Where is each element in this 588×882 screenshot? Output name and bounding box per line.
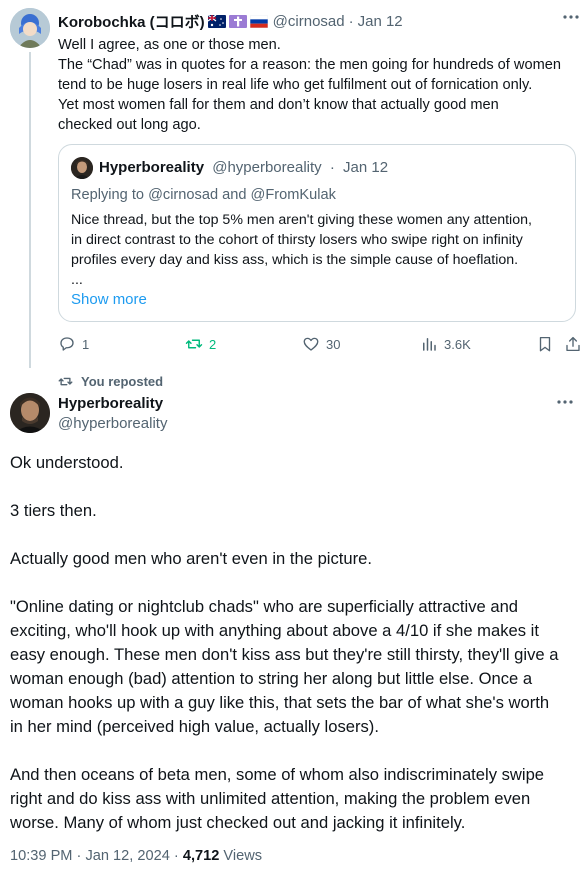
- text-line: worse. Many of whom just checked out and…: [10, 813, 466, 832]
- text-line: profiles every day and kiss ass, which i…: [71, 252, 519, 268]
- author-handle: @hyperboreality: [212, 159, 322, 176]
- reply-button[interactable]: 1: [58, 335, 89, 353]
- tweet-date[interactable]: Jan 12: [358, 13, 403, 30]
- views-button[interactable]: 3.6K: [420, 335, 471, 353]
- text-line: checked out long ago.: [58, 117, 201, 133]
- views-label: Views: [219, 848, 263, 864]
- replying-to-user[interactable]: @cirnosad: [148, 187, 218, 203]
- avatar[interactable]: [10, 8, 50, 48]
- author-name: Hyperboreality: [99, 159, 205, 176]
- replying-to-user[interactable]: @FromKulak: [251, 187, 336, 203]
- author-handle[interactable]: @hyperboreality: [58, 415, 167, 432]
- thread-connector-line: [29, 52, 31, 368]
- quoted-tweet[interactable]: Hyperboreality @hyperboreality · Jan 12 …: [58, 144, 576, 322]
- show-more-link[interactable]: Show more: [71, 291, 147, 308]
- repost-icon: [185, 339, 203, 349]
- quoted-tweet-text: Nice thread, but the top 5% men aren't g…: [71, 210, 571, 290]
- repost-count: 2: [209, 336, 217, 352]
- heart-icon: [303, 337, 319, 351]
- russia-flag-icon: [249, 15, 268, 28]
- tweet-date: Jan 12: [343, 159, 389, 176]
- reply-icon: [60, 337, 74, 351]
- separator-dot: ·: [169, 848, 183, 864]
- quoted-tweet-header: Hyperboreality @hyperboreality · Jan 12: [99, 159, 388, 176]
- text-line: The “Chad” was in quotes for a reason: t…: [58, 57, 561, 73]
- reply-count: 1: [82, 336, 90, 352]
- repost-label-text[interactable]: You reposted: [81, 374, 163, 389]
- separator-dot: ·: [72, 848, 86, 864]
- text-line: tend to be huge losers in real life who …: [58, 77, 533, 93]
- paragraph: Ok understood.: [10, 453, 124, 472]
- avatar: [71, 157, 93, 179]
- repost-label: You reposted: [58, 374, 163, 389]
- main-tweet-text: Ok understood. 3 tiers then. Actually go…: [10, 451, 580, 835]
- text-line: Yet most women fall for them and don’t k…: [58, 97, 499, 113]
- tweet-date[interactable]: Jan 12, 2024: [85, 848, 169, 864]
- like-button[interactable]: 30: [302, 335, 340, 353]
- text-line: exciting, who'll hook up with anything a…: [10, 621, 539, 640]
- bookmark-icon: [539, 336, 551, 352]
- repost-button[interactable]: 2: [185, 335, 216, 353]
- paragraph: 3 tiers then.: [10, 501, 97, 520]
- author-name[interactable]: Korobochka (コロボ): [58, 11, 205, 32]
- bookmark-button[interactable]: [536, 335, 554, 353]
- text-line: in direct contrast to the cohort of thir…: [71, 232, 523, 248]
- views-count: 3.6K: [444, 336, 471, 352]
- replying-to-and: and: [218, 187, 251, 203]
- avatar[interactable]: [10, 393, 50, 433]
- repost-icon: [58, 377, 73, 386]
- reply-tweet-text: Well I agree, as one or those men. The “…: [58, 35, 578, 135]
- text-line: woman enough (bad) attention to string h…: [10, 669, 533, 688]
- cross-flag-icon: [228, 15, 247, 28]
- replying-to-prefix: Replying to: [71, 187, 149, 203]
- author-handle[interactable]: @cirnosad: [273, 13, 345, 30]
- more-horizontal-icon[interactable]: [556, 393, 574, 416]
- like-count: 30: [326, 336, 341, 352]
- tweet-time[interactable]: 10:39 PM: [10, 848, 72, 864]
- text-line: right and do kiss ass with unlimited att…: [10, 789, 531, 808]
- text-line: "Online dating or nightclub chads" who a…: [10, 597, 519, 616]
- separator-dot: ·: [348, 13, 354, 30]
- text-line: easy enough. These men don't kiss ass bu…: [10, 645, 559, 664]
- more-horizontal-icon[interactable]: [562, 8, 580, 31]
- share-icon: [566, 336, 580, 352]
- share-button[interactable]: [564, 335, 582, 353]
- reply-tweet-header: Korobochka (コロボ) @cirnosad · Jan 12: [58, 11, 403, 32]
- paragraph: Actually good men who aren't even in the…: [10, 549, 372, 568]
- analytics-icon: [423, 338, 436, 351]
- text-line: woman hooks up with a guy like this, tha…: [10, 693, 550, 712]
- text-line: Well I agree, as one or those men.: [58, 37, 281, 53]
- author-name[interactable]: Hyperboreality: [58, 395, 163, 412]
- text-line: Nice thread, but the top 5% men aren't g…: [71, 212, 532, 228]
- views-count: 4,712: [182, 848, 220, 864]
- text-line: in her mind (perceived high value, actua…: [10, 717, 379, 736]
- text-line: And then oceans of beta men, some of who…: [10, 765, 545, 784]
- text-line: ...: [71, 272, 83, 288]
- australia-flag-icon: [207, 15, 226, 28]
- tweet-metadata: 10:39 PM · Jan 12, 2024 · 4,712 Views: [10, 848, 262, 864]
- separator-dot: ·: [329, 159, 335, 176]
- replying-to: Replying to @cirnosad and @FromKulak: [71, 187, 336, 203]
- tweet-actions: 1 2 30 3.6K: [58, 335, 580, 357]
